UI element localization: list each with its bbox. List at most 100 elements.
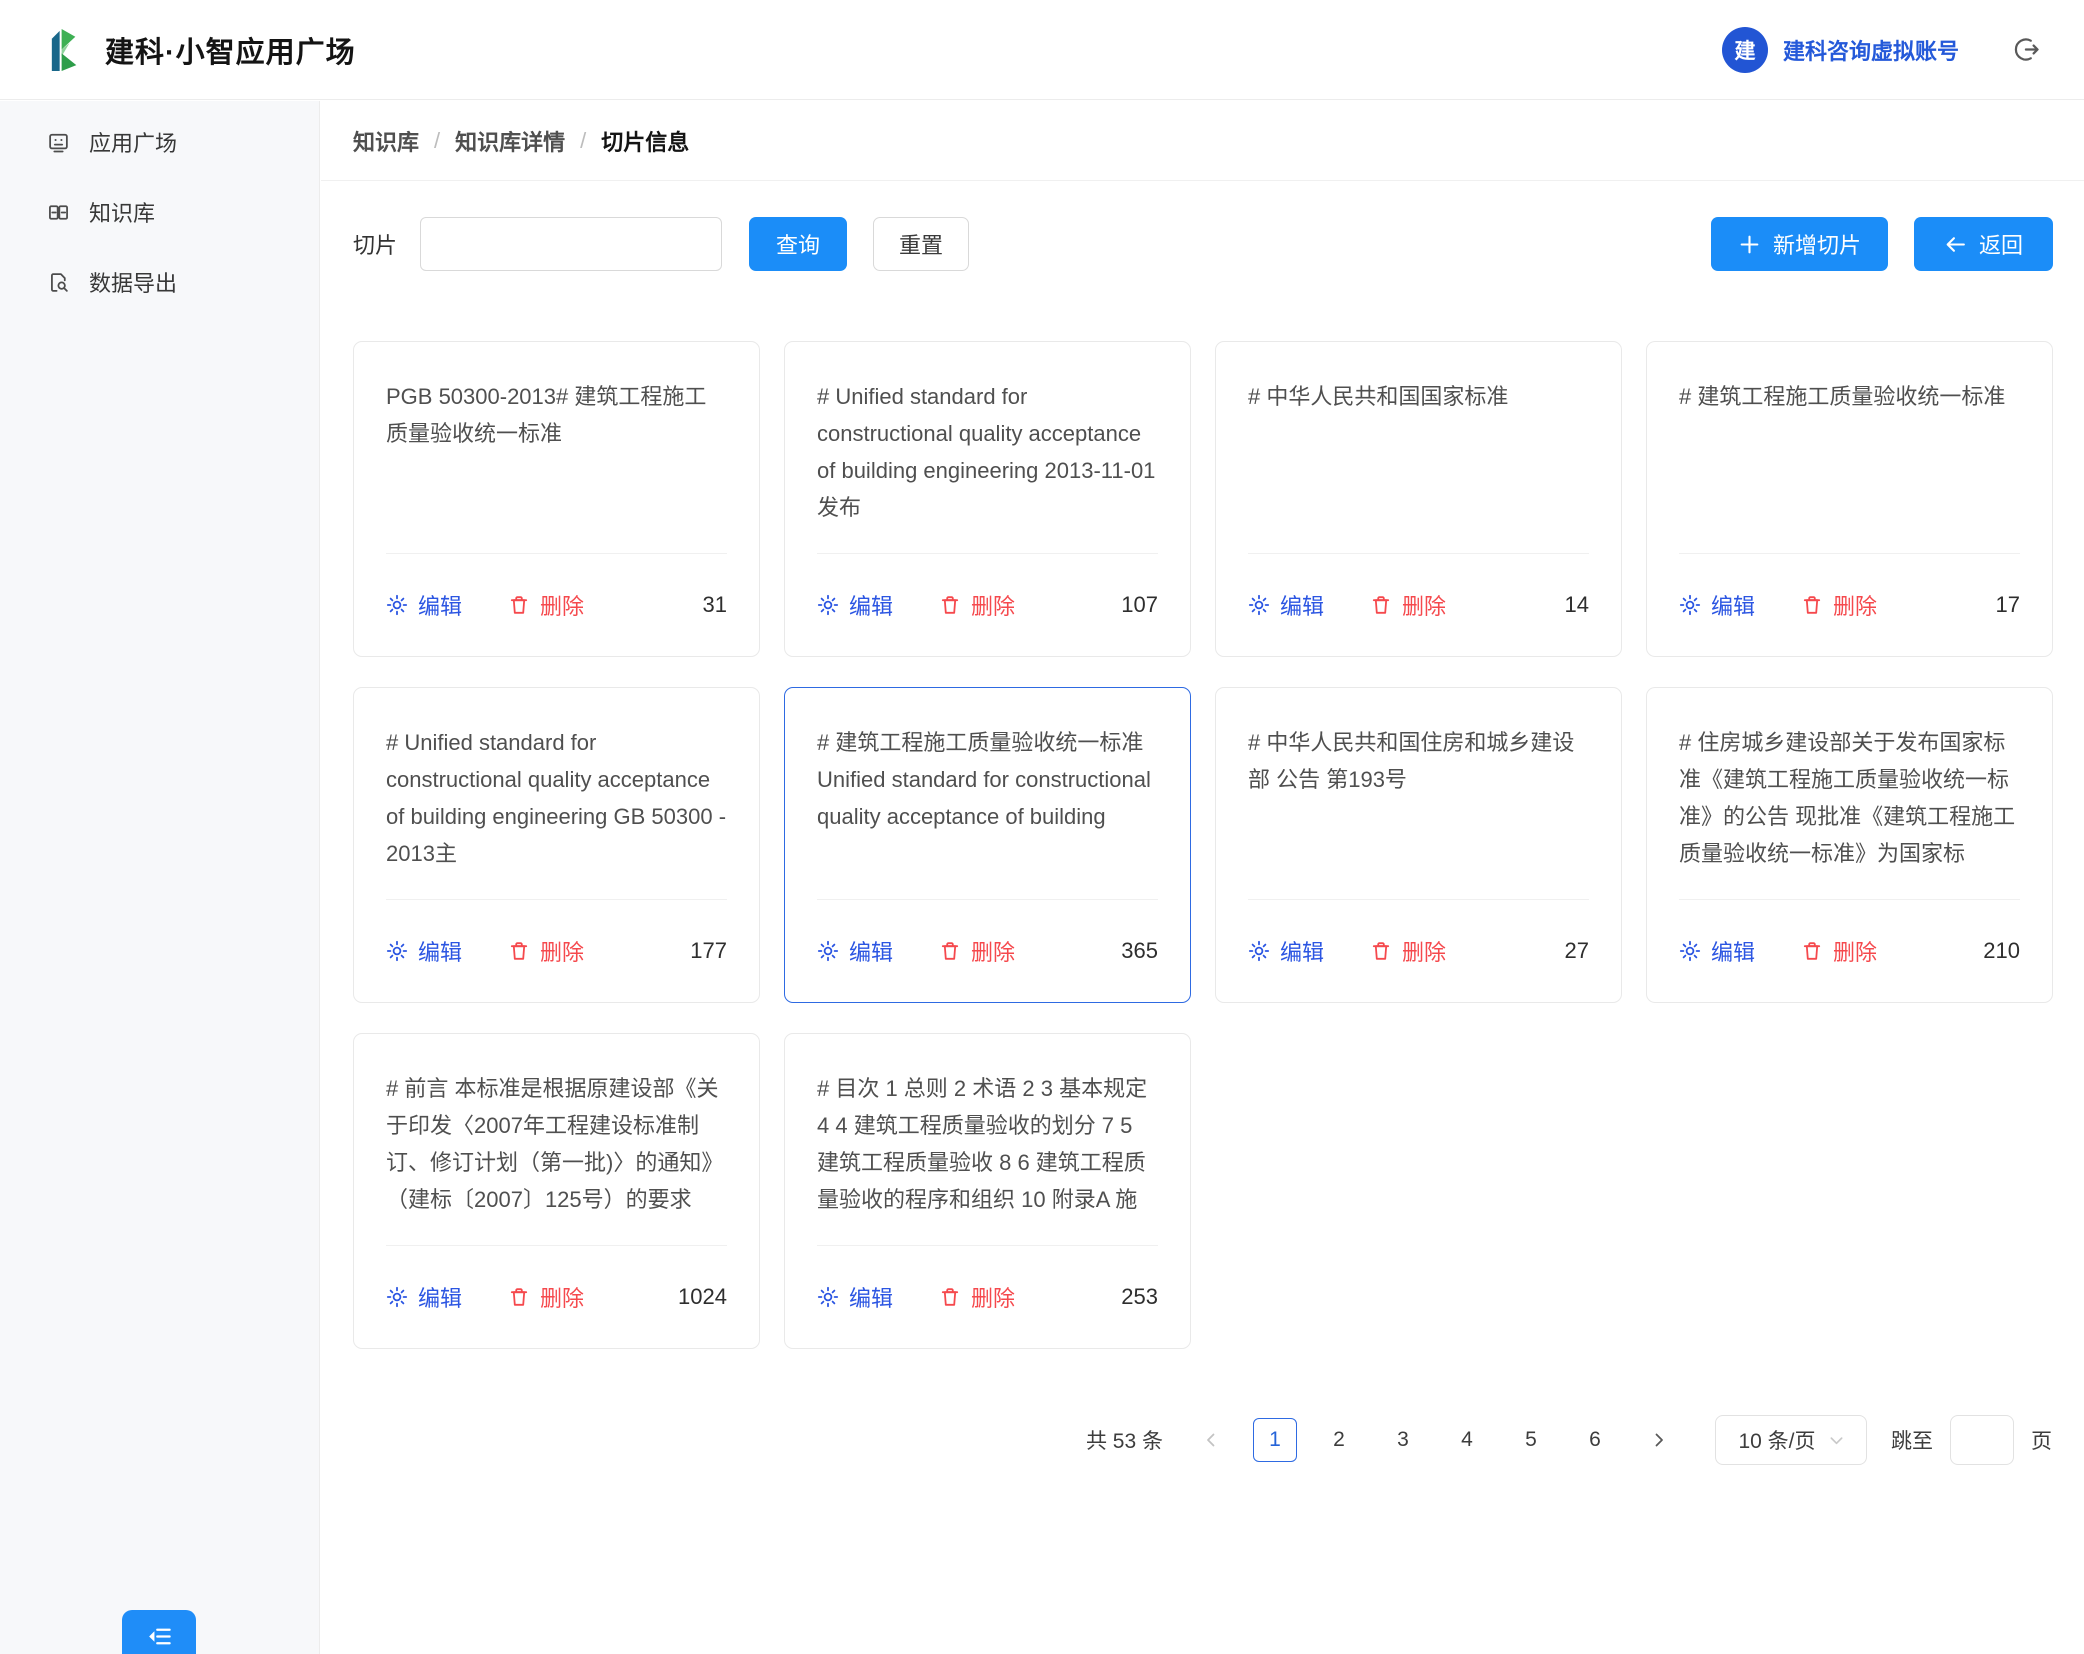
slice-card-footer: 编辑 删除 365: [817, 900, 1158, 1002]
breadcrumb-item-knowledge-base[interactable]: 知识库: [353, 125, 419, 157]
page-button-4[interactable]: 4: [1445, 1418, 1489, 1462]
slice-card[interactable]: # 建筑工程施工质量验收统一标准 编辑 删除 17: [1646, 341, 2053, 657]
query-button[interactable]: 查询: [749, 217, 847, 271]
sidebar-item-knowledge-base[interactable]: 知识库: [0, 183, 319, 241]
page-button-5[interactable]: 5: [1509, 1418, 1553, 1462]
edit-label: 编辑: [418, 935, 462, 967]
next-page-button[interactable]: [1637, 1418, 1681, 1462]
slice-card-text: # 目次 1 总则 2 术语 2 3 基本规定 4 4 建筑工程质量验收的划分 …: [817, 1070, 1158, 1213]
edit-label: 编辑: [1280, 935, 1324, 967]
sidebar-item-label: 数据导出: [89, 266, 177, 298]
edit-button[interactable]: 编辑: [386, 935, 462, 967]
edit-label: 编辑: [1711, 589, 1755, 621]
delete-label: 删除: [540, 589, 584, 621]
edit-button[interactable]: 编辑: [386, 1281, 462, 1313]
slice-card[interactable]: # 住房城乡建设部关于发布国家标准《建筑工程施工质量验收统一标准》的公告 现批准…: [1646, 687, 2053, 1003]
page-button-3[interactable]: 3: [1381, 1418, 1425, 1462]
slice-count: 27: [1565, 938, 1589, 964]
delete-button[interactable]: 删除: [1801, 935, 1877, 967]
slice-card-text: # 建筑工程施工质量验收统一标准 Unified standard for co…: [817, 724, 1158, 867]
edit-button[interactable]: 编辑: [1679, 589, 1755, 621]
page-button-2[interactable]: 2: [1317, 1418, 1361, 1462]
gear-icon: [1679, 594, 1701, 616]
delete-button[interactable]: 删除: [508, 1281, 584, 1313]
slice-card-footer: 编辑 删除 27: [1248, 900, 1589, 1002]
page-button-6[interactable]: 6: [1573, 1418, 1617, 1462]
page-button-1[interactable]: 1: [1253, 1418, 1297, 1462]
sidebar-item-label: 应用广场: [89, 126, 177, 158]
delete-button[interactable]: 删除: [1801, 589, 1877, 621]
slice-card[interactable]: # 前言 本标准是根据原建设部《关于印发〈2007年工程建设标准制订、修订计划（…: [353, 1033, 760, 1349]
gear-icon: [817, 1286, 839, 1308]
pagination: 共 53 条 1 2 3 4 5 6 10 条/页 跳至 页: [321, 1415, 2084, 1465]
edit-button[interactable]: 编辑: [1248, 935, 1324, 967]
delete-label: 删除: [540, 1281, 584, 1313]
delete-label: 删除: [1833, 589, 1877, 621]
jump-page-input[interactable]: [1950, 1415, 2014, 1465]
slice-count: 17: [1996, 592, 2020, 618]
slice-count: 31: [703, 592, 727, 618]
edit-button[interactable]: 编辑: [1248, 589, 1324, 621]
breadcrumb-item-kb-detail[interactable]: 知识库详情: [455, 125, 565, 157]
app-window-face-icon: [47, 131, 70, 154]
add-slice-button[interactable]: 新增切片: [1711, 217, 1888, 271]
chevron-left-icon: [1203, 1432, 1219, 1448]
edit-label: 编辑: [1711, 935, 1755, 967]
slice-card-text: # Unified standard for constructional qu…: [386, 724, 727, 867]
pagination-total: 共 53 条: [1086, 1425, 1163, 1455]
logout-icon[interactable]: [2013, 36, 2040, 63]
slice-card-text: # 建筑工程施工质量验收统一标准: [1679, 378, 2020, 521]
trash-icon: [939, 940, 961, 962]
delete-button[interactable]: 删除: [939, 589, 1015, 621]
delete-button[interactable]: 删除: [1370, 935, 1446, 967]
delete-button[interactable]: 删除: [939, 935, 1015, 967]
account-name[interactable]: 建科咨询虚拟账号: [1783, 34, 1959, 66]
slice-card[interactable]: # Unified standard for constructional qu…: [784, 341, 1191, 657]
collapse-sidebar-button[interactable]: [122, 1610, 196, 1654]
slice-card[interactable]: # Unified standard for constructional qu…: [353, 687, 760, 1003]
edit-button[interactable]: 编辑: [817, 589, 893, 621]
jump-to-label: 跳至: [1891, 1425, 1933, 1455]
edit-label: 编辑: [418, 1281, 462, 1313]
gear-icon: [386, 940, 408, 962]
prev-page-button[interactable]: [1189, 1418, 1233, 1462]
chevron-down-icon: [1829, 1433, 1844, 1448]
edit-label: 编辑: [1280, 589, 1324, 621]
slice-card[interactable]: # 目次 1 总则 2 术语 2 3 基本规定 4 4 建筑工程质量验收的划分 …: [784, 1033, 1191, 1349]
reset-button[interactable]: 重置: [873, 217, 969, 271]
delete-label: 删除: [1402, 935, 1446, 967]
trash-icon: [1370, 594, 1392, 616]
slice-search-input[interactable]: [420, 217, 722, 271]
slice-card[interactable]: PGB 50300-2013# 建筑工程施工质量验收统一标准 编辑 删除 31: [353, 341, 760, 657]
slice-count: 253: [1121, 1284, 1158, 1310]
slice-card[interactable]: # 中华人民共和国住房和城乡建设部 公告 第193号 编辑 删除 27: [1215, 687, 1622, 1003]
breadcrumb-separator: /: [580, 128, 586, 154]
edit-label: 编辑: [849, 589, 893, 621]
avatar[interactable]: 建: [1722, 27, 1768, 73]
slice-count: 365: [1121, 938, 1158, 964]
delete-button[interactable]: 删除: [1370, 589, 1446, 621]
gear-icon: [1679, 940, 1701, 962]
page-size-select[interactable]: 10 条/页: [1715, 1415, 1867, 1465]
back-label: 返回: [1979, 228, 2023, 260]
sidebar-item-app-plaza[interactable]: 应用广场: [0, 113, 319, 171]
delete-button[interactable]: 删除: [508, 935, 584, 967]
edit-button[interactable]: 编辑: [817, 935, 893, 967]
slice-count: 210: [1983, 938, 2020, 964]
gear-icon: [1248, 594, 1270, 616]
sidebar-item-label: 知识库: [89, 196, 155, 228]
trash-icon: [939, 1286, 961, 1308]
delete-button[interactable]: 删除: [939, 1281, 1015, 1313]
sidebar-item-data-export[interactable]: 数据导出: [0, 253, 319, 311]
slice-card-selected[interactable]: # 建筑工程施工质量验收统一标准 Unified standard for co…: [784, 687, 1191, 1003]
edit-button[interactable]: 编辑: [817, 1281, 893, 1313]
slice-card[interactable]: # 中华人民共和国国家标准 编辑 删除 14: [1215, 341, 1622, 657]
trash-icon: [939, 594, 961, 616]
toolbar: 切片 查询 重置 新增切片 返回: [321, 217, 2084, 271]
app-logo-icon: [44, 26, 91, 73]
edit-button[interactable]: 编辑: [386, 589, 462, 621]
back-button[interactable]: 返回: [1914, 217, 2053, 271]
edit-button[interactable]: 编辑: [1679, 935, 1755, 967]
slice-card-text: # 中华人民共和国住房和城乡建设部 公告 第193号: [1248, 724, 1589, 867]
delete-button[interactable]: 删除: [508, 589, 584, 621]
